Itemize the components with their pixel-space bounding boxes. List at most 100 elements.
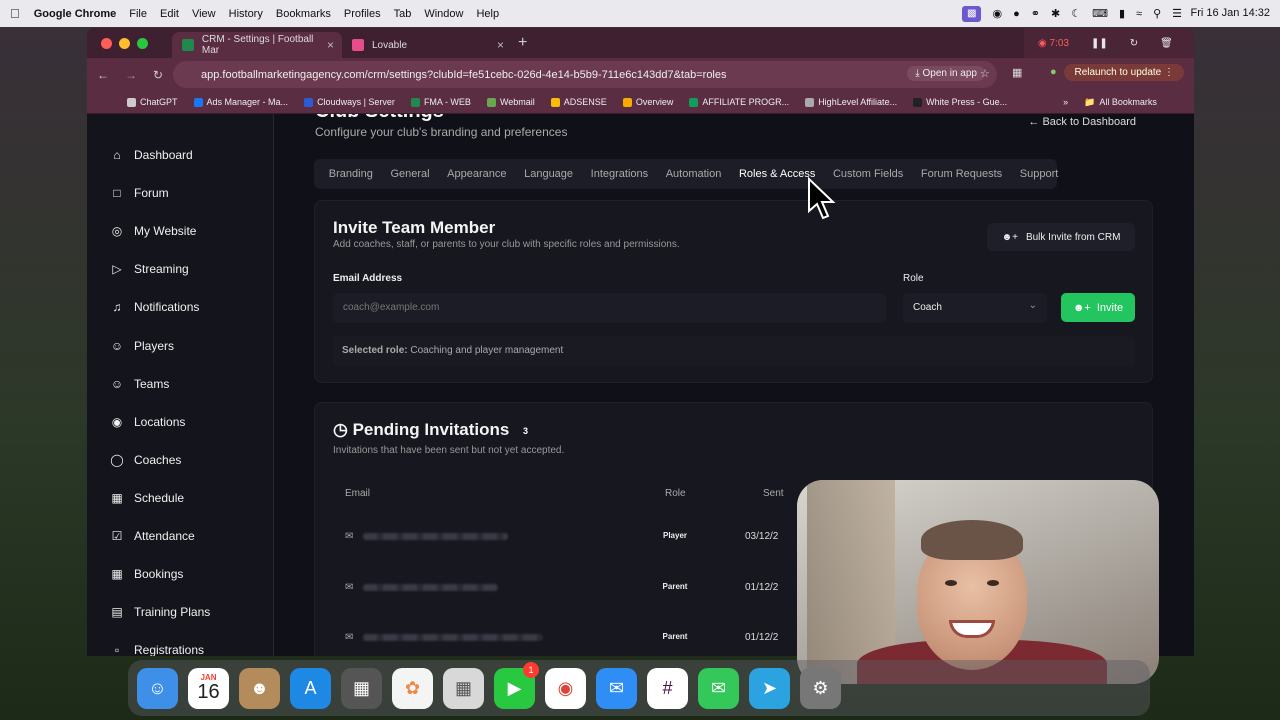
sidebar-item-my-website[interactable]: ◎ My Website	[87, 212, 273, 250]
bluetooth-icon[interactable]: ✱	[1051, 7, 1060, 20]
tab-custom-fields[interactable]: Custom Fields	[824, 168, 912, 180]
launchpad-icon[interactable]: ▦	[443, 667, 484, 709]
forward-arrow-icon[interactable]: →	[125, 68, 137, 82]
calendar-icon[interactable]: JAN 16	[188, 667, 229, 709]
tab-general[interactable]: General	[382, 168, 439, 180]
trash-icon[interactable]: 🗑	[1160, 38, 1173, 49]
reload-icon[interactable]: ↻	[153, 68, 163, 82]
menu-history[interactable]: History	[229, 8, 263, 20]
tab-branding[interactable]: Branding	[320, 168, 382, 180]
maximize-window-button[interactable]	[137, 37, 148, 49]
menu-profiles[interactable]: Profiles	[344, 8, 381, 20]
search-icon[interactable]: ⚲	[1153, 7, 1161, 20]
open-in-app-button[interactable]: ⤓ Open in app	[907, 66, 985, 81]
focus-icon[interactable]: ☾	[1071, 7, 1081, 20]
apple-icon[interactable]: 	[10, 6, 20, 21]
pause-icon[interactable]: ❚❚	[1091, 38, 1108, 49]
profile-avatar[interactable]: ●	[1050, 66, 1057, 78]
bookmark-affiliate[interactable]: AFFILIATE PROGR...	[689, 97, 789, 107]
bookmark-fma-web[interactable]: FMA - WEB	[410, 97, 471, 107]
sidebar-item-coaches[interactable]: ◯ Coaches	[87, 441, 273, 479]
menu-help[interactable]: Help	[476, 8, 499, 20]
tab-integrations[interactable]: Integrations	[582, 168, 657, 180]
sidebar-item-notifications[interactable]: ♫ Notifications	[87, 288, 273, 326]
sidebar-item-registrations[interactable]: ▫ Registrations	[87, 631, 273, 656]
menu-file[interactable]: File	[129, 8, 147, 20]
minimize-window-button[interactable]	[119, 37, 130, 49]
tab-language[interactable]: Language	[515, 168, 582, 180]
photos-icon[interactable]: ✿	[392, 667, 433, 709]
bookmark-ads-manager[interactable]: Ads Manager - Ma...	[193, 97, 288, 107]
keyboard-icon[interactable]: ⌨	[1092, 7, 1108, 20]
menu-view[interactable]: View	[192, 8, 216, 20]
battery-icon[interactable]: ▮	[1119, 7, 1125, 20]
sidebar-item-players[interactable]: ☺ Players	[87, 326, 273, 364]
restart-icon[interactable]: ↻	[1130, 38, 1138, 49]
calculator-icon[interactable]: ▦	[341, 667, 382, 709]
menu-bookmarks[interactable]: Bookmarks	[276, 8, 331, 20]
sidebar-item-attendance[interactable]: ☑ Attendance	[87, 517, 273, 555]
extensions-icon[interactable]: ▦	[1012, 66, 1022, 79]
bookmark-adsense[interactable]: ADSENSE	[550, 97, 607, 107]
slack-icon[interactable]: #	[647, 667, 688, 709]
browser-tab-lovable[interactable]: Lovable ×	[342, 32, 512, 58]
menu-clock[interactable]: Fri 16 Jan 14:32	[1191, 7, 1271, 19]
all-bookmarks[interactable]: 📁 All Bookmarks	[1084, 97, 1157, 108]
bookmark-chatgpt[interactable]: ChatGPT	[127, 97, 178, 107]
sidebar-item-schedule[interactable]: ▦ Schedule	[87, 479, 273, 517]
email-input[interactable]: coach@example.com	[333, 293, 886, 323]
menu-tab[interactable]: Tab	[394, 8, 412, 20]
sidebar-item-bookings[interactable]: ▦ Bookings	[87, 555, 273, 593]
app-store-icon[interactable]: A	[290, 667, 331, 709]
sidebar-item-dashboard[interactable]: ⌂ Dashboard	[87, 136, 273, 174]
bookmark-overview[interactable]: Overview	[622, 97, 673, 107]
bookmarks-overflow-icon[interactable]: »	[1063, 97, 1068, 107]
messages-icon[interactable]: ✉	[698, 667, 739, 709]
sidebar-item-forum[interactable]: □ Forum	[87, 174, 273, 212]
bookmark-cloudways[interactable]: Cloudways | Server	[304, 97, 395, 107]
control-center-icon[interactable]: ☰	[1172, 7, 1182, 20]
chrome-icon[interactable]: ◉	[545, 667, 586, 709]
new-tab-button[interactable]: +	[518, 34, 527, 52]
attachment-icon[interactable]: ⚭	[1031, 7, 1040, 20]
tab-support[interactable]: Support	[1011, 168, 1067, 180]
browser-tab-crm[interactable]: CRM - Settings | Football Mar ×	[172, 32, 342, 58]
settings-icon[interactable]: ⚙	[800, 667, 841, 709]
sidebar-item-streaming[interactable]: ▷ Streaming	[87, 250, 273, 288]
star-icon[interactable]: ☆	[980, 67, 990, 80]
sidebar-item-locations[interactable]: ◉ Locations	[87, 403, 273, 441]
tab-automation[interactable]: Automation	[657, 168, 730, 180]
telegram-icon[interactable]: ➤	[749, 667, 790, 709]
finder-icon[interactable]: ☺	[137, 667, 178, 709]
creative-cloud-icon[interactable]: ●	[1013, 8, 1020, 20]
relaunch-button[interactable]: Relaunch to update ⋮	[1064, 64, 1184, 81]
menu-edit[interactable]: Edit	[160, 8, 179, 20]
close-icon[interactable]: ×	[497, 38, 504, 52]
screen-record-icon[interactable]: ▩	[962, 5, 982, 22]
tab-forum-requests[interactable]: Forum Requests	[912, 168, 1011, 180]
tab-appearance[interactable]: Appearance	[438, 168, 515, 180]
sidebar-item-training-plans[interactable]: ▤ Training Plans	[87, 593, 273, 631]
back-arrow-icon[interactable]: ←	[97, 68, 109, 82]
close-window-button[interactable]	[101, 37, 112, 49]
bookmark-highlevel[interactable]: HighLevel Affiliate...	[805, 97, 897, 107]
sidebar-item-teams[interactable]: ☺ Teams	[87, 365, 273, 403]
contacts-icon[interactable]: ☻	[239, 667, 280, 709]
recording-timer[interactable]: ◉ 7:03	[1038, 38, 1069, 49]
role-badge: Parent	[662, 582, 688, 591]
address-bar[interactable]: app.footballmarketingagency.com/crm/sett…	[173, 61, 997, 88]
bookmark-webmail[interactable]: Webmail	[486, 97, 535, 107]
record-stop-icon[interactable]: ◉	[992, 7, 1002, 20]
wifi-icon[interactable]: ≈	[1136, 8, 1142, 20]
menu-app-name[interactable]: Google Chrome	[34, 8, 117, 20]
menu-window[interactable]: Window	[424, 8, 463, 20]
back-to-dashboard-button[interactable]: ← Back to Dashboard	[1022, 114, 1142, 130]
role-select[interactable]: Coach ⌄	[903, 293, 1047, 323]
close-icon[interactable]: ×	[327, 38, 334, 52]
bookmark-white-press[interactable]: White Press - Gue...	[913, 97, 1007, 107]
invite-button[interactable]: ☻+ Invite	[1061, 293, 1135, 322]
facetime-icon[interactable]: ▶ 1	[494, 661, 539, 709]
bulk-invite-button[interactable]: ☻+ Bulk Invite from CRM	[987, 223, 1135, 251]
mail-icon[interactable]: ✉	[596, 667, 637, 709]
bookmark-label: Webmail	[499, 97, 535, 107]
